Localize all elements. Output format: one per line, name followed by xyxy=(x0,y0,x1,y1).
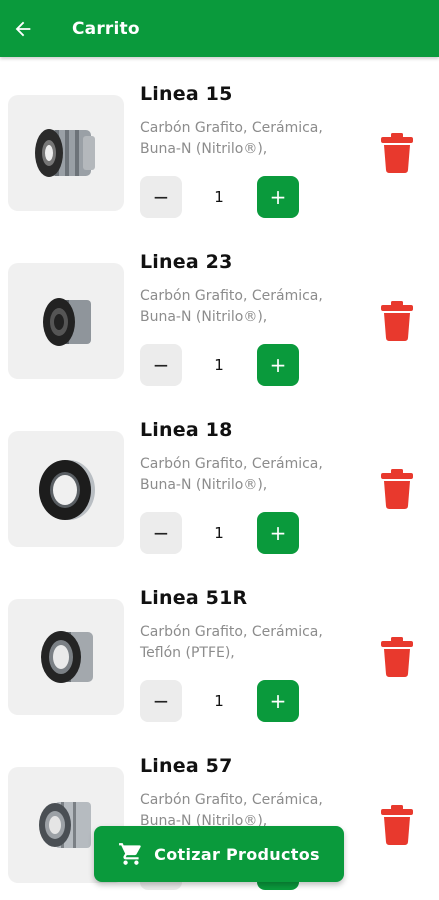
decrease-button[interactable]: − xyxy=(140,344,182,386)
page-title: Carrito xyxy=(72,18,140,39)
cart-item: Linea 18 Carbón Grafito, Cerámica, Buna-… xyxy=(0,393,439,561)
quantity-value: 1 xyxy=(214,524,224,542)
cart-item: Linea 15 Carbón Grafito, Cerámica, Buna-… xyxy=(0,57,439,225)
arrow-left-icon xyxy=(15,21,31,36)
delete-button[interactable] xyxy=(381,301,413,341)
product-name: Linea 51R xyxy=(140,587,248,609)
trash-icon xyxy=(381,805,413,845)
app-bar: Carrito xyxy=(0,0,439,57)
cart-item: Linea 51R Carbón Grafito, Cerámica, Tefl… xyxy=(0,561,439,729)
product-description: Carbón Grafito, Cerámica, Buna-N (Nitril… xyxy=(140,288,323,325)
shopping-cart-icon xyxy=(119,843,141,865)
back-button[interactable] xyxy=(10,16,36,42)
product-description: Carbón Grafito, Cerámica, Buna-N (Nitril… xyxy=(140,456,323,493)
request-quote-label: Cotizar Productos xyxy=(154,844,320,864)
increase-button[interactable]: + xyxy=(257,176,299,218)
product-image xyxy=(8,599,124,715)
cart-list: Linea 15 Carbón Grafito, Cerámica, Buna-… xyxy=(0,57,439,897)
quantity-value: 1 xyxy=(214,356,224,374)
decrease-button[interactable]: − xyxy=(140,512,182,554)
trash-icon xyxy=(381,301,413,341)
quantity-stepper: − 1 + xyxy=(140,512,300,554)
increase-button[interactable]: + xyxy=(257,344,299,386)
quantity-value: 1 xyxy=(214,188,224,206)
request-quote-button[interactable]: Cotizar Productos xyxy=(94,826,344,882)
delete-button[interactable] xyxy=(381,469,413,509)
product-description: Carbón Grafito, Cerámica, Teflón (PTFE), xyxy=(140,624,323,661)
product-name: Linea 15 xyxy=(140,83,233,105)
quantity-stepper: − 1 + xyxy=(140,176,300,218)
increase-button[interactable]: + xyxy=(257,680,299,722)
quantity-value: 1 xyxy=(214,692,224,710)
product-description: Carbón Grafito, Cerámica, Buna-N (Nitril… xyxy=(140,120,323,157)
quantity-stepper: − 1 + xyxy=(140,344,300,386)
decrease-button[interactable]: − xyxy=(140,176,182,218)
quantity-stepper: − 1 + xyxy=(140,680,300,722)
trash-icon xyxy=(381,469,413,509)
product-name: Linea 57 xyxy=(140,755,233,777)
product-image xyxy=(8,263,124,379)
product-name: Linea 18 xyxy=(140,419,233,441)
cart-item: Linea 23 Carbón Grafito, Cerámica, Buna-… xyxy=(0,225,439,393)
delete-button[interactable] xyxy=(381,805,413,845)
product-image xyxy=(8,95,124,211)
product-image xyxy=(8,431,124,547)
decrease-button[interactable]: − xyxy=(140,680,182,722)
trash-icon xyxy=(381,637,413,677)
delete-button[interactable] xyxy=(381,637,413,677)
product-name: Linea 23 xyxy=(140,251,233,273)
trash-icon xyxy=(381,133,413,173)
increase-button[interactable]: + xyxy=(257,512,299,554)
delete-button[interactable] xyxy=(381,133,413,173)
